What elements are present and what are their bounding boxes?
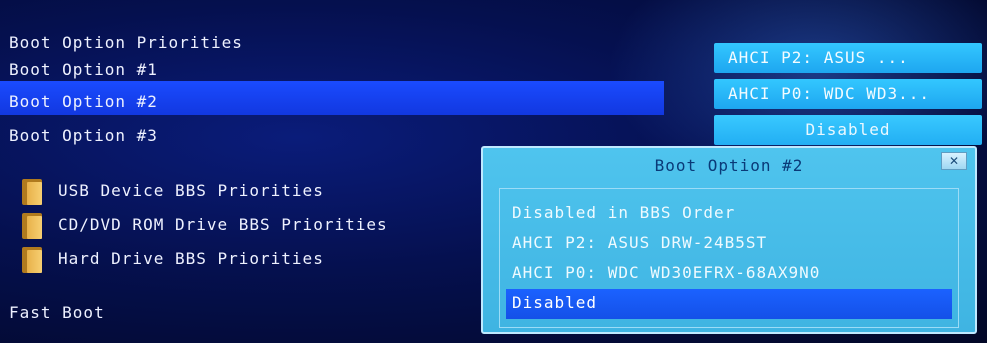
boot-option-2[interactable]: Boot Option #2 [9, 92, 158, 111]
boot-option-1[interactable]: Boot Option #1 [9, 60, 158, 79]
popup-option-disabled-selected[interactable]: Disabled [506, 289, 952, 319]
close-icon[interactable]: ✕ [941, 152, 967, 170]
boot-option-2-value[interactable]: AHCI P0: WDC WD3... [714, 79, 982, 109]
section-title-boot-option-priorities: Boot Option Priorities [9, 33, 243, 52]
bios-boot-screen: Boot Option Priorities Boot Option #1 Bo… [0, 0, 987, 343]
popup-option-disabled-in-bbs-order[interactable]: Disabled in BBS Order [512, 203, 735, 222]
folder-icon [22, 247, 42, 273]
submenu-usb-device-bbs-priorities[interactable]: USB Device BBS Priorities [58, 181, 324, 200]
popup-option-ahci-p0-wdc[interactable]: AHCI P0: WDC WD30EFRX-68AX9N0 [512, 263, 820, 282]
boot-option-3-value[interactable]: Disabled [714, 115, 982, 145]
fast-boot-label[interactable]: Fast Boot [9, 303, 105, 322]
popup-title: Boot Option #2 [654, 156, 804, 175]
boot-option-1-value[interactable]: AHCI P2: ASUS ... [714, 43, 982, 73]
popup-option-ahci-p2-asus[interactable]: AHCI P2: ASUS DRW-24B5ST [512, 233, 767, 252]
boot-option-2-popup: Boot Option #2 ✕ Disabled in BBS Order A… [481, 146, 977, 334]
popup-options-list: Disabled in BBS Order AHCI P2: ASUS DRW-… [499, 188, 959, 328]
folder-icon [22, 213, 42, 239]
boot-option-3[interactable]: Boot Option #3 [9, 126, 158, 145]
folder-icon [22, 179, 42, 205]
popup-option-disabled[interactable]: Disabled [512, 293, 597, 312]
submenu-cd-dvd-rom-bbs-priorities[interactable]: CD/DVD ROM Drive BBS Priorities [58, 215, 388, 234]
submenu-hard-drive-bbs-priorities[interactable]: Hard Drive BBS Priorities [58, 249, 324, 268]
